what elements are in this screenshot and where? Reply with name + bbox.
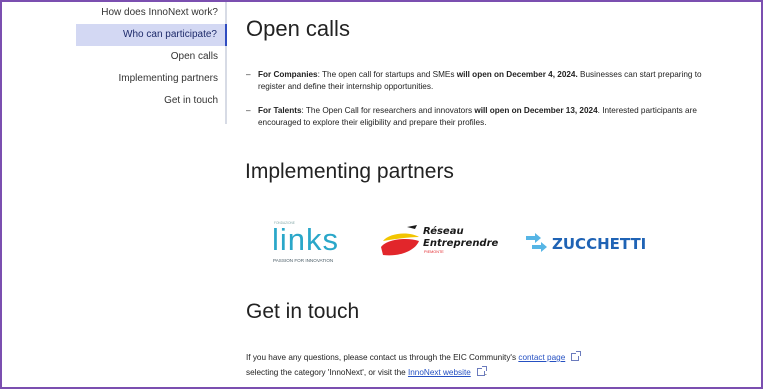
svg-text:PIEMONTE: PIEMONTE: [424, 250, 444, 254]
links-logo: FONDAZIONE links PASSION FOR INNOVATION: [272, 221, 339, 263]
innonext-website-link[interactable]: InnoNext website: [408, 368, 471, 377]
sidebar-item-who-can-participate[interactable]: Who can participate?: [76, 24, 227, 46]
svg-text:PASSION FOR INNOVATION: PASSION FOR INNOVATION: [273, 258, 333, 263]
partner-logos: FONDAZIONE links PASSION FOR INNOVATION …: [272, 217, 692, 267]
sidebar-item-get-in-touch[interactable]: Get in touch: [76, 90, 226, 112]
call-label: For Talents: [258, 106, 302, 115]
call-text: : The Open Call for researchers and inno…: [301, 106, 475, 115]
contact-page-link[interactable]: contact page: [518, 353, 565, 362]
sidebar-item-open-calls[interactable]: Open calls: [76, 46, 226, 68]
open-calls-heading: Open calls: [246, 16, 350, 41]
touch-text: If you have any questions, please contac…: [246, 353, 519, 362]
svg-text:links: links: [272, 222, 339, 257]
call-date: will open on December 13, 2024: [474, 106, 598, 115]
external-link-icon: [571, 351, 582, 361]
list-item-talents: – For Talents: The Open Call for researc…: [246, 105, 716, 129]
list-item-companies: – For Companies: The open call for start…: [246, 69, 716, 93]
call-text: : The open call for startups and SMEs: [317, 70, 457, 79]
get-in-touch-heading: Get in touch: [246, 300, 360, 323]
open-calls-list: – For Companies: The open call for start…: [246, 69, 716, 141]
list-dash: –: [246, 106, 251, 115]
svg-text:ZUCCHETTI: ZUCCHETTI: [552, 235, 646, 253]
list-dash: –: [246, 70, 251, 79]
sidebar-nav: How does InnoNext work? Who can particip…: [76, 7, 227, 112]
zucchetti-logo: ZUCCHETTI: [526, 233, 646, 253]
call-date: will open on December 4, 2024.: [456, 70, 578, 79]
reseau-entreprendre-logo: Réseau Entreprendre PIEMONTE: [381, 225, 499, 256]
partners-heading: Implementing partners: [245, 160, 454, 183]
call-label: For Companies: [258, 70, 318, 79]
external-link-icon: [476, 366, 487, 376]
sidebar-item-implementing-partners[interactable]: Implementing partners: [76, 68, 226, 90]
page-frame: How does InnoNext work? Who can particip…: [0, 0, 763, 389]
svg-text:Entreprendre: Entreprendre: [423, 238, 499, 249]
sidebar-item-how-it-works[interactable]: How does InnoNext work?: [76, 6, 226, 24]
get-in-touch-text: If you have any questions, please contac…: [246, 350, 726, 380]
svg-text:Réseau: Réseau: [423, 225, 464, 237]
touch-text: selecting the category 'InnoNext', or vi…: [246, 368, 408, 377]
